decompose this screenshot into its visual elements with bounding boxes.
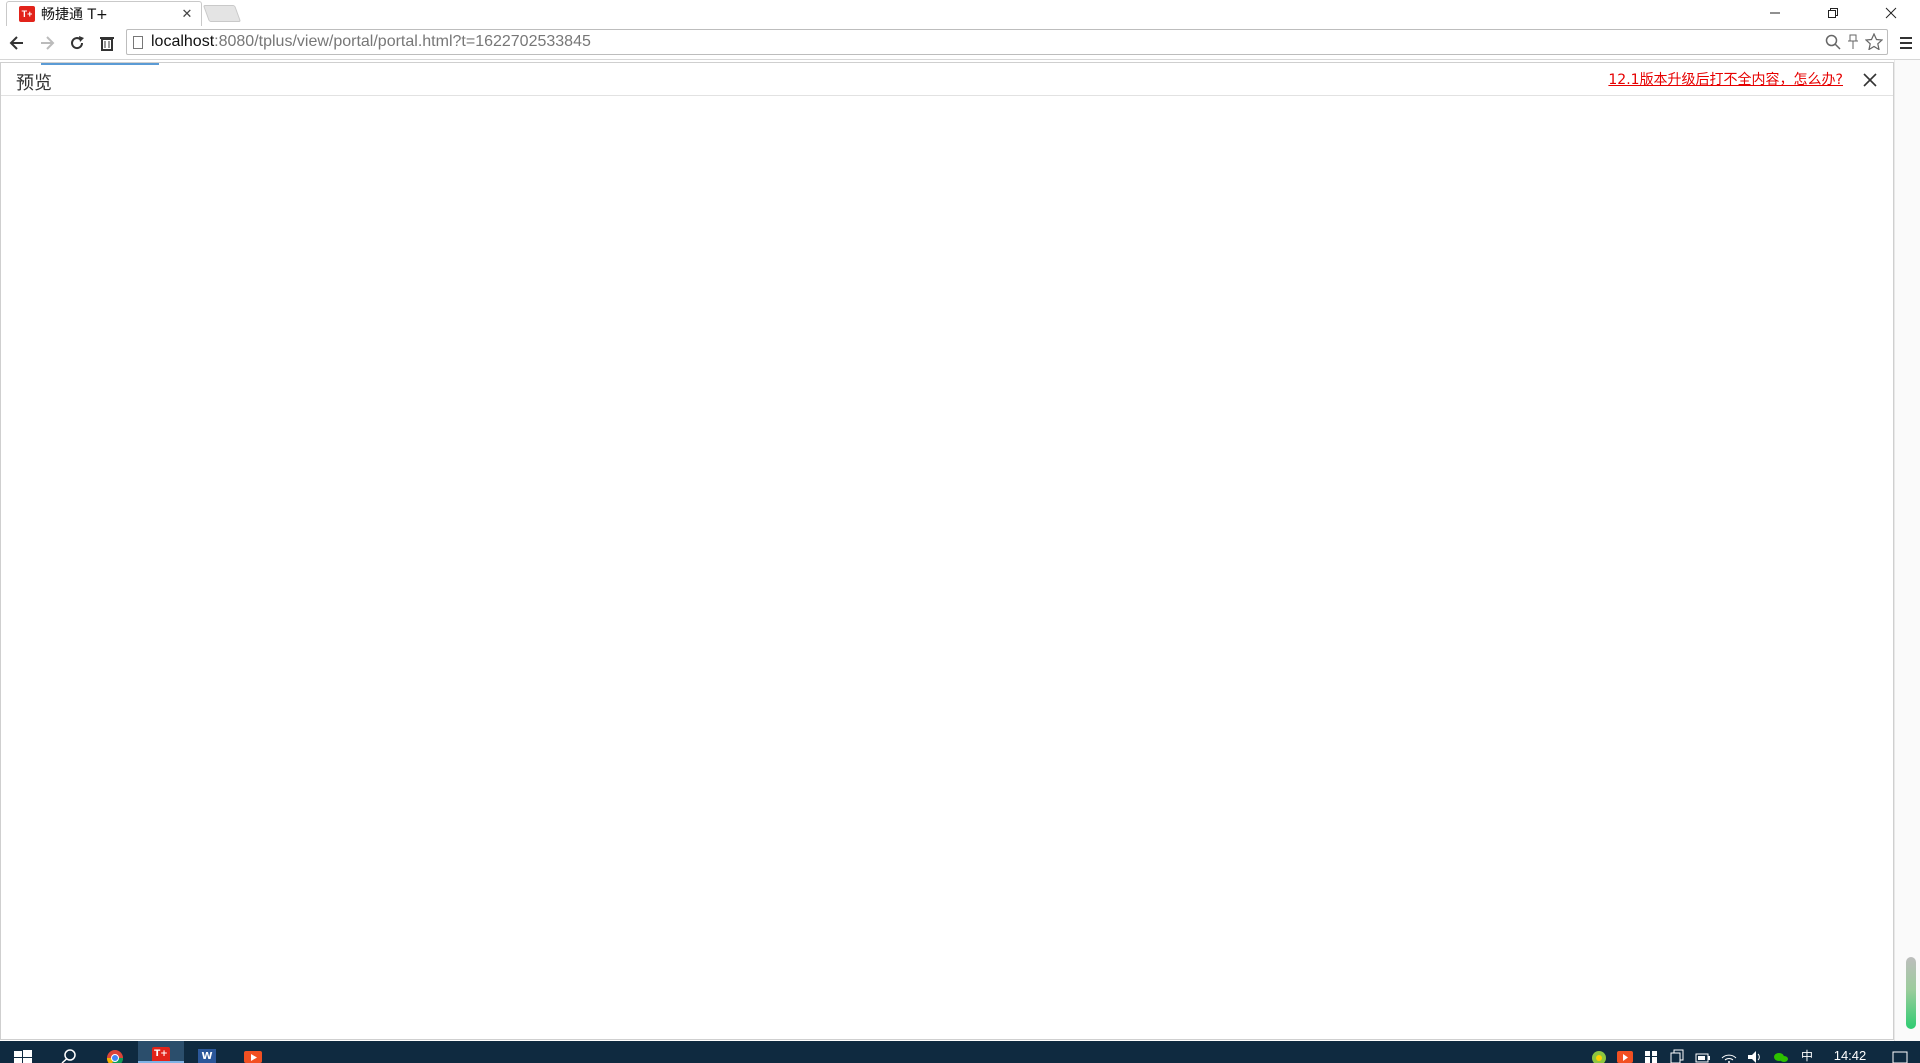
wechat-icon bbox=[1774, 1053, 1788, 1062]
video-player-icon bbox=[244, 1051, 262, 1063]
forward-arrow-icon bbox=[41, 35, 55, 50]
pin-icon[interactable] bbox=[1847, 34, 1859, 50]
chrome-icon bbox=[106, 1050, 124, 1063]
tab-title: 畅捷通 T+ bbox=[41, 7, 108, 23]
windows-logo-icon bbox=[14, 1050, 32, 1063]
preview-title: 预览 bbox=[16, 73, 52, 94]
tray-app-icon[interactable] bbox=[1586, 1041, 1612, 1063]
browser-tab[interactable]: T+ 畅捷通 T+ ✕ bbox=[6, 1, 202, 26]
minimize-icon bbox=[1770, 12, 1780, 14]
green-yellow-app-icon bbox=[1592, 1051, 1606, 1063]
page-content: 预览 12.1版本升级后打不全内容，怎么办? bbox=[0, 60, 1920, 1041]
search-icon bbox=[61, 1049, 76, 1063]
taskbar-clock[interactable]: 14:42 bbox=[1820, 1049, 1880, 1063]
address-bar[interactable]: localhost:8080/tplus/view/portal/portal.… bbox=[126, 29, 1888, 55]
window-controls bbox=[1746, 0, 1920, 26]
new-tab-button[interactable] bbox=[202, 5, 242, 22]
close-window-button[interactable] bbox=[1862, 0, 1920, 26]
notification-button[interactable] bbox=[1880, 1041, 1920, 1063]
search-button[interactable] bbox=[46, 1041, 92, 1063]
shield-icon bbox=[1645, 1051, 1657, 1063]
side-scroll-panel[interactable] bbox=[1894, 60, 1920, 1041]
upgrade-help-link[interactable]: 12.1版本升级后打不全内容，怎么办? bbox=[1608, 69, 1843, 89]
minimize-button[interactable] bbox=[1746, 0, 1804, 26]
tray-copy-icon[interactable] bbox=[1664, 1041, 1690, 1063]
tray-player-icon[interactable] bbox=[1612, 1041, 1638, 1063]
restore-icon bbox=[1828, 8, 1838, 18]
reload-icon bbox=[71, 35, 84, 49]
video-player-icon bbox=[1617, 1051, 1633, 1063]
trash-icon bbox=[100, 36, 114, 51]
tray-battery-icon[interactable] bbox=[1690, 1041, 1716, 1063]
tray-volume-icon[interactable] bbox=[1742, 1041, 1768, 1063]
hamburger-icon bbox=[1900, 37, 1912, 49]
tab-close-icon[interactable]: ✕ bbox=[179, 7, 195, 22]
battery-icon bbox=[1695, 1053, 1710, 1063]
taskbar-word[interactable]: W bbox=[184, 1041, 230, 1063]
scroll-indicator[interactable] bbox=[1906, 957, 1916, 1029]
preview-close-button[interactable] bbox=[1859, 69, 1881, 91]
taskbar-chrome[interactable] bbox=[92, 1041, 138, 1063]
taskbar-tplus[interactable]: T+ bbox=[138, 1041, 184, 1063]
url-text: localhost:8080/tplus/view/portal/portal.… bbox=[151, 33, 591, 50]
browser-tabstrip: T+ 畅捷通 T+ ✕ bbox=[0, 0, 1920, 26]
tplus-favicon-icon: T+ bbox=[19, 6, 35, 22]
preview-dialog: 预览 12.1版本升级后打不全内容，怎么办? bbox=[0, 62, 1894, 1040]
notification-icon bbox=[1892, 1051, 1908, 1063]
preview-header: 预览 12.1版本升级后打不全内容，怎么办? bbox=[1, 63, 1893, 96]
system-tray: 中 14:42 bbox=[1586, 1041, 1920, 1063]
back-button[interactable] bbox=[2, 28, 32, 58]
wifi-icon bbox=[1721, 1054, 1737, 1063]
zoom-icon[interactable] bbox=[1825, 34, 1841, 50]
forward-button[interactable] bbox=[32, 28, 62, 58]
tray-wechat-icon[interactable] bbox=[1768, 1041, 1794, 1063]
tray-wifi-icon[interactable] bbox=[1716, 1041, 1742, 1063]
back-arrow-icon bbox=[9, 35, 23, 50]
reload-button[interactable] bbox=[62, 28, 92, 58]
browser-menu-button[interactable] bbox=[1896, 32, 1916, 54]
tplus-app-icon: T+ bbox=[152, 1047, 170, 1061]
browser-toolbar: localhost:8080/tplus/view/portal/portal.… bbox=[0, 26, 1920, 60]
copy-icon bbox=[1670, 1049, 1684, 1063]
word-icon: W bbox=[198, 1049, 216, 1063]
page-icon bbox=[133, 35, 143, 49]
close-icon bbox=[1885, 7, 1897, 19]
volume-icon bbox=[1748, 1051, 1760, 1063]
preview-body bbox=[1, 97, 1893, 1039]
ime-indicator[interactable]: 中 bbox=[1794, 1041, 1820, 1063]
taskbar-video-player[interactable] bbox=[230, 1041, 276, 1063]
restore-button[interactable] bbox=[1804, 0, 1862, 26]
start-button[interactable] bbox=[0, 1041, 46, 1063]
windows-taskbar: T+ W 中 14:42 bbox=[0, 1041, 1920, 1063]
tray-defender-icon[interactable] bbox=[1638, 1041, 1664, 1063]
bookmark-star-icon[interactable] bbox=[1865, 33, 1883, 50]
close-icon bbox=[1863, 73, 1877, 87]
clear-data-button[interactable] bbox=[92, 28, 122, 58]
omnibox-icons bbox=[1825, 33, 1883, 50]
